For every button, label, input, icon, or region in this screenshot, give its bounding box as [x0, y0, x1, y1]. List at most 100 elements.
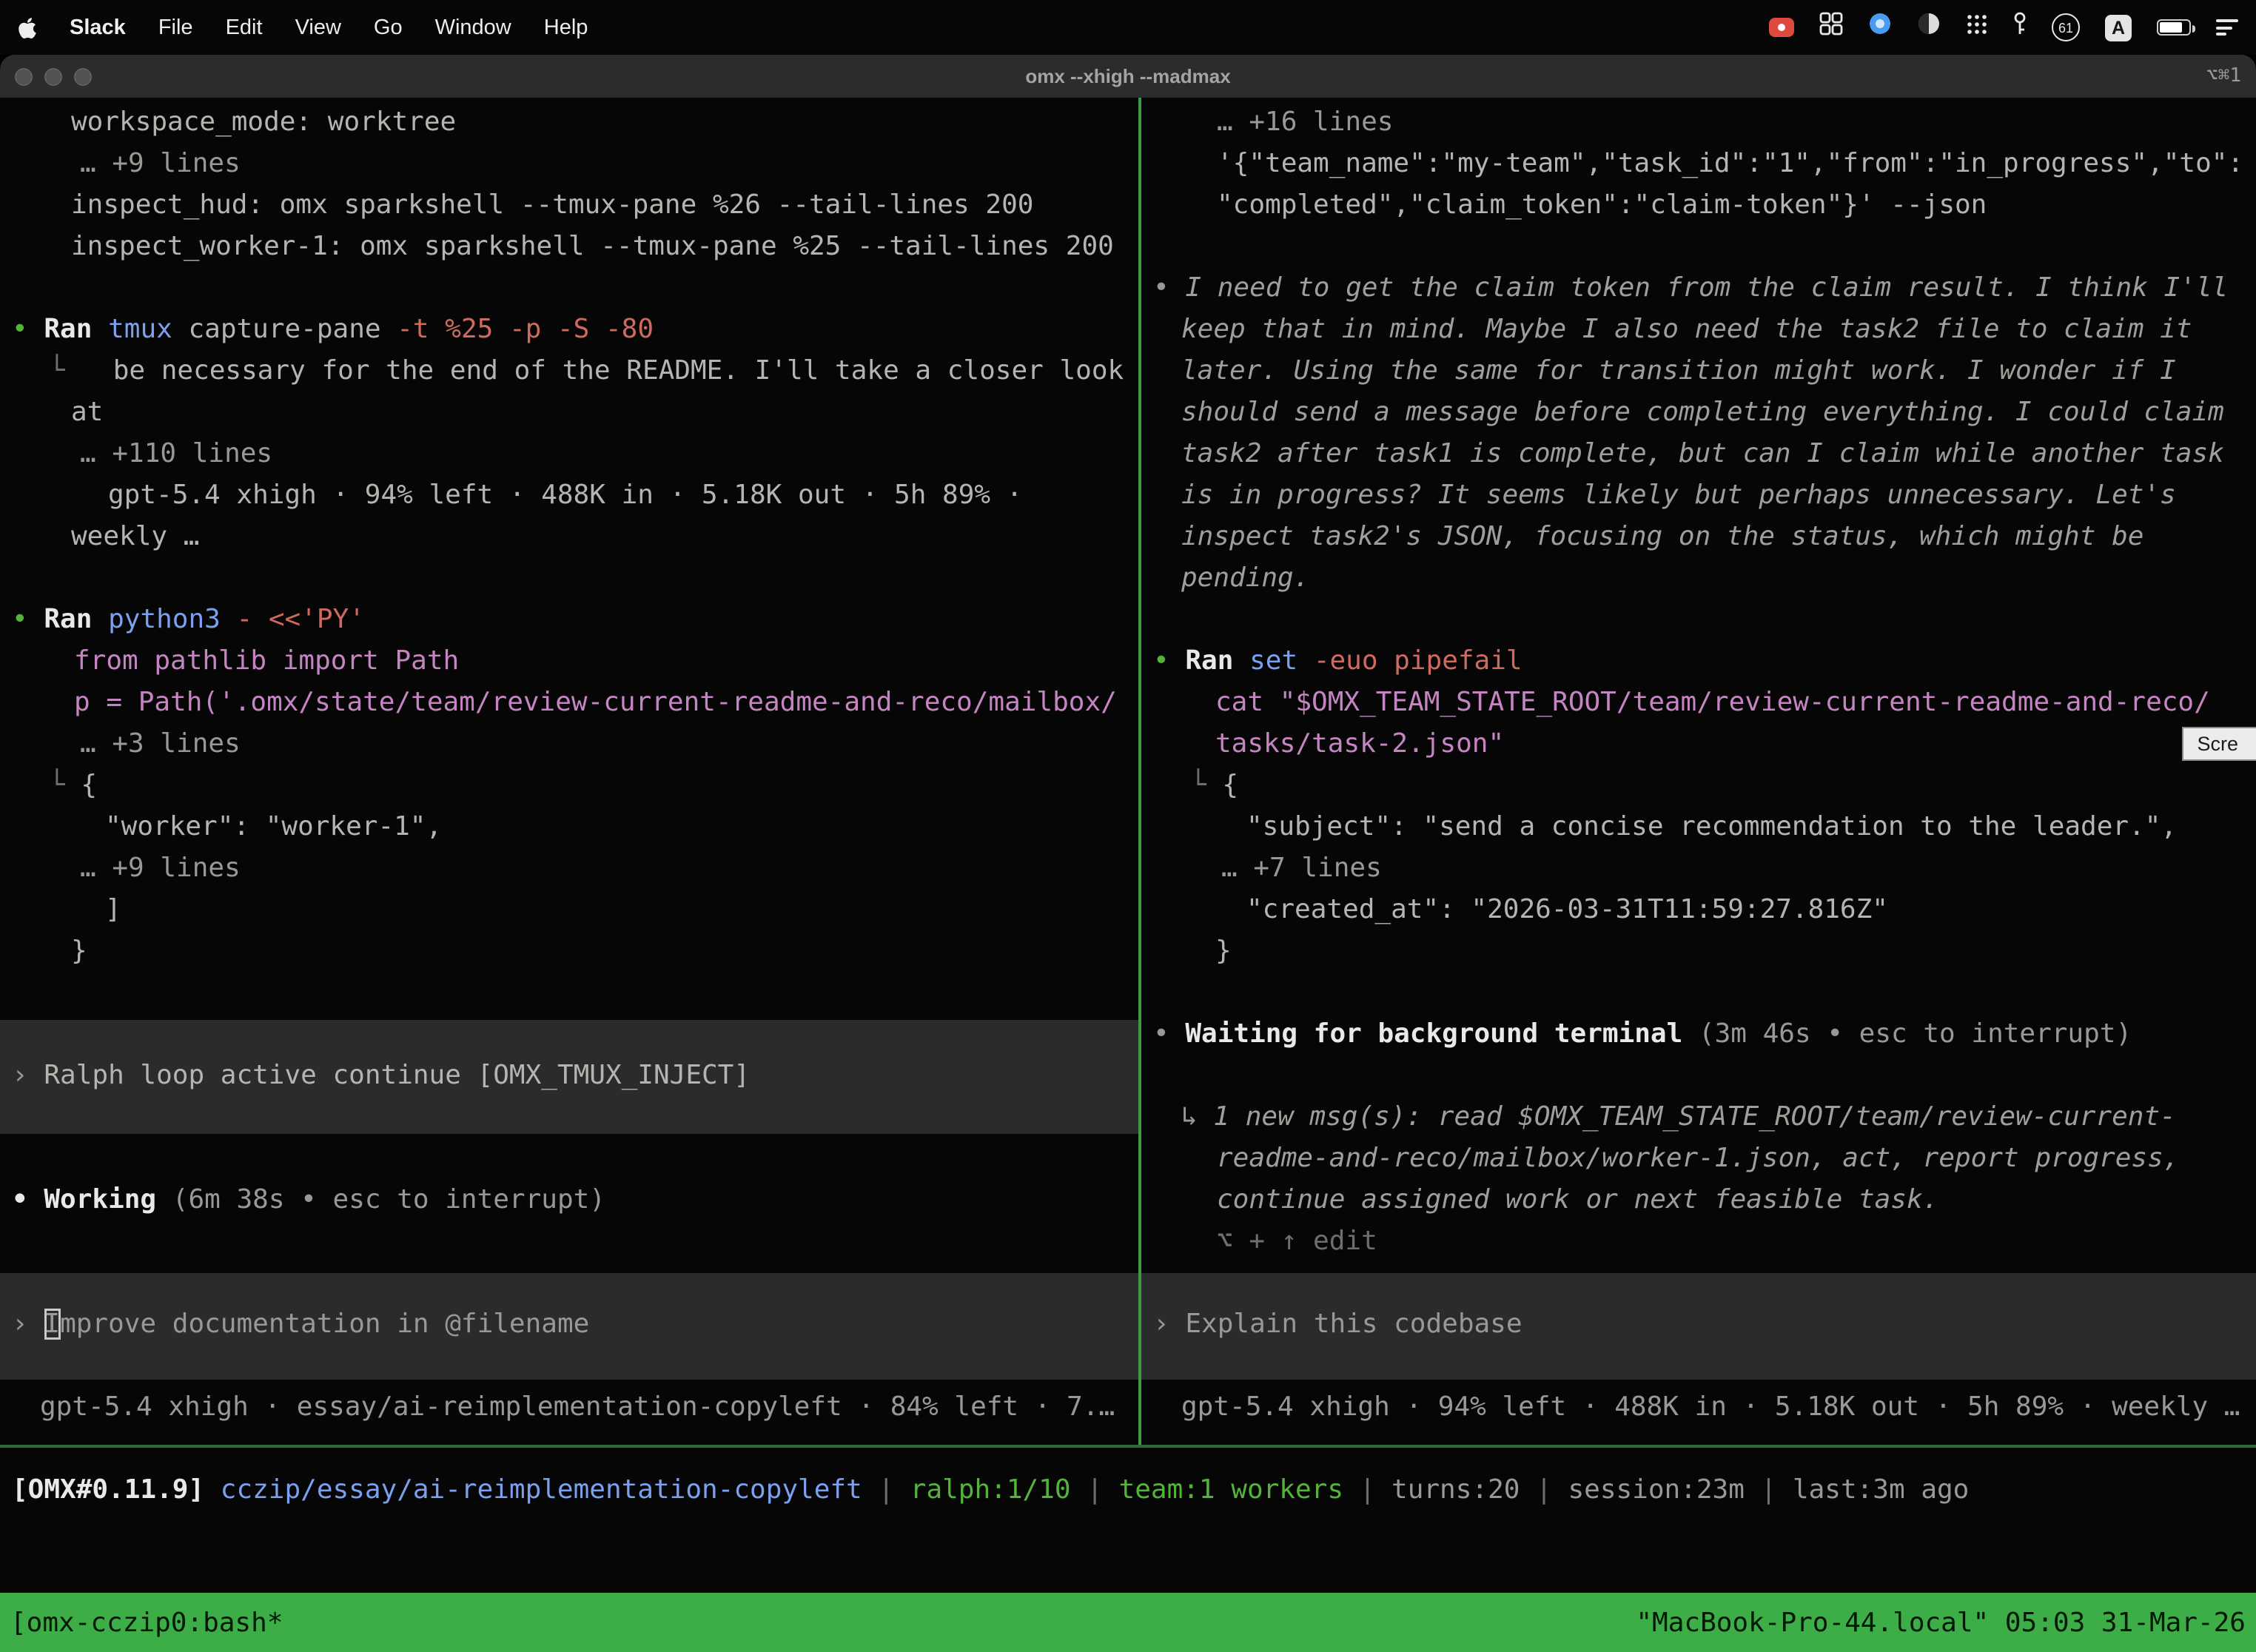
- input-source-icon[interactable]: A: [2105, 14, 2132, 41]
- text-segment: (3m 46s • esc to interrupt): [1699, 1018, 2132, 1050]
- menu-item-go[interactable]: Go: [374, 16, 403, 39]
- zoom-button[interactable]: [74, 67, 92, 85]
- terminal-content: workspace_mode: worktree… +9 linesinspec…: [0, 98, 2256, 1652]
- app-icon-blue[interactable]: [1868, 12, 1892, 43]
- tooltip: Scre: [2182, 727, 2256, 761]
- menu-status-icons: 61 A: [1769, 11, 2238, 44]
- text-segment: inspect_worker-1: omx sparkshell --tmux-…: [71, 231, 1114, 262]
- composer-input-band[interactable]: › Improve documentation in @filename: [0, 1273, 1138, 1380]
- text-segment: pending.: [1181, 563, 1309, 594]
- terminal-line: [1141, 973, 2256, 1014]
- text-segment: tasks/task-2.json": [1215, 728, 1504, 759]
- terminal-line: └ be necessary for the end of the README…: [0, 351, 1138, 392]
- tmux-pane-right[interactable]: … +16 lines '{"team_name":"my-team","task…: [1141, 98, 2256, 1445]
- terminal-line: gpt-5.4 xhigh · 94% left · 488K in · 5.1…: [0, 475, 1138, 517]
- terminal-window: omx --xhigh --madmax ⌥⌘1 workspace_mode:…: [0, 55, 2256, 1652]
- terminal-line: inspect_worker-1: omx sparkshell --tmux-…: [0, 226, 1138, 268]
- text-segment: from pathlib import Path: [74, 645, 459, 676]
- terminal-line: ]: [0, 890, 1138, 931]
- terminal-line: • Ran tmux capture-pane -t %25 -p -S -80: [0, 309, 1138, 351]
- control-center-icon[interactable]: [2216, 16, 2238, 39]
- text-segment: •: [1153, 1018, 1185, 1050]
- text-segment: Ralph loop active continue [OMX_TMUX_INJ…: [44, 1060, 750, 1091]
- terminal-line: tasks/task-2.json": [1141, 724, 2256, 765]
- pane-divider: [1138, 98, 1141, 1445]
- menu-item-file[interactable]: File: [158, 16, 193, 39]
- text-segment: readme-and-reco/mailbox/worker-1.json, a…: [1217, 1143, 2179, 1174]
- menu-bar: Slack File Edit View Go Window Help: [0, 0, 2256, 55]
- text-segment: I need to get the claim token from the c…: [1185, 272, 2228, 303]
- tmux-session-label: [omx-cczip0:bash*: [10, 1607, 283, 1638]
- terminal-line: [0, 268, 1138, 309]
- dots-grid-icon[interactable]: [1966, 13, 1988, 42]
- traffic-lights: [15, 55, 92, 98]
- text-segment: Ran: [1185, 645, 1249, 676]
- text-segment: '{"team_name":"my-team","task_id":"1","f…: [1217, 148, 2243, 179]
- terminal-line: "created_at": "2026-03-31T11:59:27.816Z": [1141, 890, 2256, 931]
- text-segment: at: [71, 397, 103, 428]
- text-segment: should send a message before completing …: [1181, 397, 2224, 428]
- terminal-line: • Waiting for background terminal (3m 46…: [1141, 1014, 2256, 1055]
- apple-menu-icon[interactable]: [18, 16, 37, 39]
- terminal-line: is in progress? It seems likely but perh…: [1141, 475, 2256, 517]
- text-segment: ralph:1/10: [910, 1474, 1071, 1505]
- text-segment: •: [12, 1184, 44, 1215]
- text-segment: … +16 lines: [1217, 107, 1393, 138]
- menu-items: Slack File Edit View Go Window Help: [18, 16, 588, 39]
- terminal-line: }: [0, 931, 1138, 973]
- menu-item-window[interactable]: Window: [435, 16, 511, 39]
- text-segment: capture-pane: [188, 314, 397, 345]
- minimize-button[interactable]: [44, 67, 62, 85]
- terminal-line: workspace_mode: worktree: [0, 102, 1138, 144]
- text-segment: "completed","claim_token":"claim-token"}…: [1217, 189, 1987, 221]
- text-segment: inspect task2's JSON, focusing on the st…: [1181, 521, 2143, 552]
- battery-icon[interactable]: [2157, 19, 2191, 36]
- terminal-line: [1141, 600, 2256, 641]
- terminal-line: ↳ 1 new msg(s): read $OMX_TEAM_STATE_ROO…: [1141, 1097, 2256, 1138]
- text-segment: └: [49, 770, 81, 801]
- screen-recording-indicator-icon[interactable]: [1769, 18, 1794, 37]
- close-button[interactable]: [15, 67, 33, 85]
- terminal-line: • Working (6m 38s • esc to interrupt): [0, 1180, 1138, 1221]
- composer-input-band[interactable]: › Ralph loop active continue [OMX_TMUX_I…: [0, 1020, 1138, 1134]
- menu-item-help[interactable]: Help: [544, 16, 588, 39]
- terminal-line: inspect task2's JSON, focusing on the st…: [1141, 517, 2256, 558]
- text-segment: Waiting for background terminal: [1185, 1018, 1699, 1050]
- terminal-line: • Ran set -euo pipefail: [1141, 641, 2256, 682]
- text-segment: ⌥ + ↑ edit: [1217, 1226, 1377, 1257]
- text-segment: }: [71, 936, 87, 967]
- text-segment: -t %25 -p -S -80: [397, 314, 654, 345]
- text-segment: gpt-5.4 xhigh · 94% left · 488K in · 5.1…: [108, 480, 1022, 511]
- text-segment: inspect_hud: omx sparkshell --tmux-pane …: [71, 189, 1033, 221]
- terminal-line: [1141, 1055, 2256, 1097]
- tmux-pane-left[interactable]: workspace_mode: worktree… +9 linesinspec…: [0, 98, 1138, 1445]
- text-segment: ›: [12, 1060, 44, 1091]
- menu-item-edit[interactable]: Edit: [226, 16, 263, 39]
- grid-icon[interactable]: [1819, 12, 1843, 43]
- text-segment: Ran: [44, 604, 108, 635]
- key-icon[interactable]: [2013, 11, 2027, 44]
- terminal-line: └ {: [1141, 765, 2256, 807]
- app-icon-round[interactable]: [1917, 12, 1941, 43]
- text-segment: … +110 lines: [80, 438, 272, 469]
- text-segment: ]: [105, 894, 121, 925]
- terminal-line: … +7 lines: [1141, 848, 2256, 890]
- terminal-line: [0, 558, 1138, 600]
- terminal-line: keep that in mind. Maybe I also need the…: [1141, 309, 2256, 351]
- text-segment: └: [1190, 770, 1222, 801]
- text-segment: cczip/essay/ai-reimplementation-copyleft: [221, 1474, 862, 1505]
- terminal-line: … +3 lines: [0, 724, 1138, 765]
- window-titlebar[interactable]: omx --xhigh --madmax ⌥⌘1: [0, 55, 2256, 99]
- text-segment: later. Using the same for transition mig…: [1181, 355, 2176, 386]
- composer-input-band[interactable]: › Explain this codebase: [1141, 1273, 2256, 1380]
- menu-item-view[interactable]: View: [295, 16, 341, 39]
- terminal-line: › Explain this codebase: [1141, 1304, 2256, 1346]
- menu-app-name[interactable]: Slack: [70, 16, 126, 39]
- badge-61-icon[interactable]: 61: [2052, 13, 2080, 41]
- terminal-line: should send a message before completing …: [1141, 392, 2256, 434]
- terminal-line: weekly …: [0, 517, 1138, 558]
- terminal-line: › Improve documentation in @filename: [0, 1304, 1138, 1346]
- terminal-line: gpt-5.4 xhigh · 94% left · 488K in · 5.1…: [1141, 1387, 2256, 1428]
- text-segment: is in progress? It seems likely but perh…: [1181, 480, 2176, 511]
- terminal-line: └ {: [0, 765, 1138, 807]
